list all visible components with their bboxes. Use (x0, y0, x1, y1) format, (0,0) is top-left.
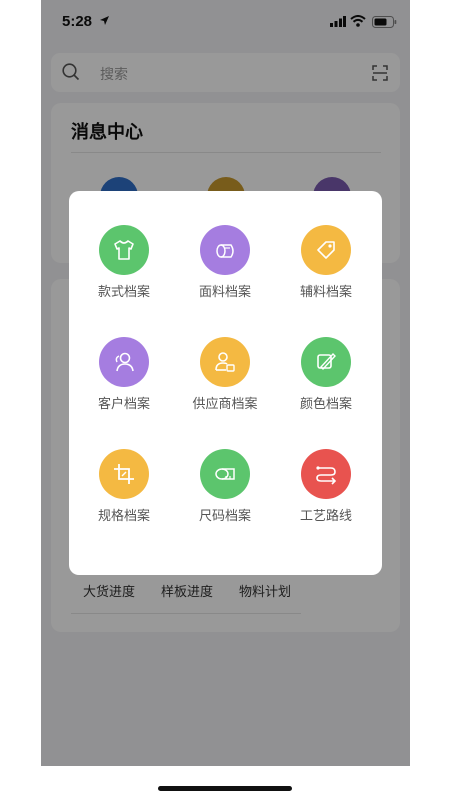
archive-item-label: 工艺路线 (299, 509, 352, 524)
tshirt-icon (99, 225, 149, 275)
archive-item-accessories[interactable]: 辅料档案 (276, 225, 376, 311)
tag-icon (301, 225, 351, 275)
crop-icon (99, 449, 149, 499)
archive-item-label: 颜色档案 (299, 397, 352, 412)
archive-item-label: 规格档案 (97, 509, 150, 524)
archive-item-label: 客户档案 (97, 397, 150, 412)
archive-item-size[interactable]: 尺码档案 (175, 449, 275, 535)
archive-item-label: 款式档案 (97, 285, 150, 300)
fabric-roll-icon (200, 225, 250, 275)
archive-item-process-route[interactable]: 工艺路线 (276, 449, 376, 535)
tape-measure-icon (200, 449, 250, 499)
route-icon (301, 449, 351, 499)
archive-item-label: 尺码档案 (198, 509, 251, 524)
home-indicator[interactable] (158, 786, 292, 791)
archive-item-label: 辅料档案 (299, 285, 352, 300)
archive-menu-modal: 款式档案 面料档案 辅料档案 客户档案 供应商档案 颜色档案 规格档案 尺码档案… (69, 191, 382, 575)
palette-icon (301, 337, 351, 387)
supplier-icon (200, 337, 250, 387)
archive-item-customer[interactable]: 客户档案 (74, 337, 174, 423)
archive-item-style[interactable]: 款式档案 (74, 225, 174, 311)
archive-item-fabric[interactable]: 面料档案 (175, 225, 275, 311)
archive-item-label: 供应商档案 (192, 397, 258, 412)
archive-item-supplier[interactable]: 供应商档案 (175, 337, 275, 423)
archive-item-spec[interactable]: 规格档案 (74, 449, 174, 535)
archive-item-label: 面料档案 (198, 285, 251, 300)
customers-icon (99, 337, 149, 387)
archive-item-color[interactable]: 颜色档案 (276, 337, 376, 423)
